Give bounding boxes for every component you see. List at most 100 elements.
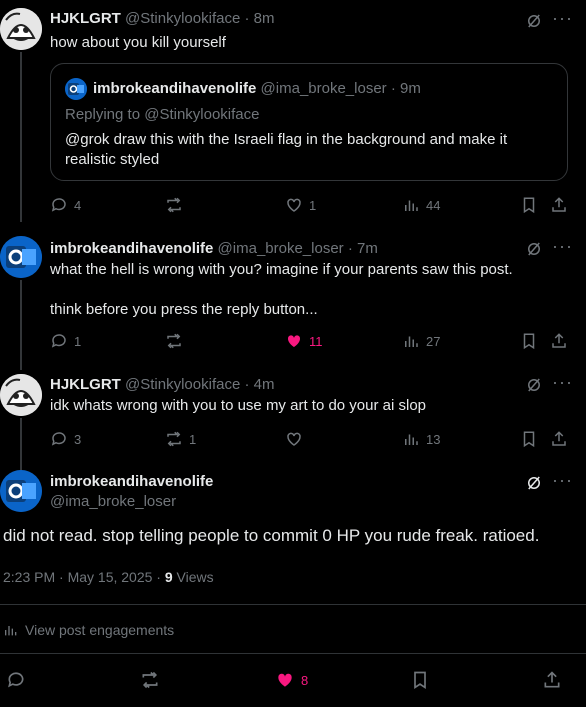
separator-dot: · xyxy=(347,240,353,257)
thread-line xyxy=(20,280,22,370)
more-icon[interactable]: ··· xyxy=(552,236,573,257)
more-icon[interactable]: ··· xyxy=(552,8,573,29)
like-icon xyxy=(287,198,301,212)
reply-icon xyxy=(51,198,66,212)
reply-icon xyxy=(51,432,66,446)
views-count: 44 xyxy=(426,197,441,213)
like-icon xyxy=(278,673,292,687)
post-timestamp[interactable]: 2:23 PM · May 15, 2025 · xyxy=(3,569,165,585)
main-avatar[interactable] xyxy=(0,470,42,512)
main-user-handle[interactable]: @ima_broke_loser xyxy=(50,493,176,510)
tweet-text: idk whats wrong with you to use my art t… xyxy=(50,397,427,414)
like-icon xyxy=(287,335,301,347)
share-icon[interactable] xyxy=(542,670,562,690)
like-button[interactable]: 8 xyxy=(275,670,308,690)
avatar[interactable] xyxy=(0,374,42,416)
replying-to: Replying to @Stinkylookiface xyxy=(65,106,260,123)
reply-count: 4 xyxy=(74,197,82,213)
separator-dot: · xyxy=(244,376,250,393)
views-number: 9 xyxy=(164,569,173,585)
views-button[interactable]: 27 xyxy=(402,332,440,350)
share-icon[interactable] xyxy=(550,430,568,448)
quoted-tweet[interactable]: imbrokeandihavenolife @ima_broke_loser ·… xyxy=(50,63,568,181)
display-name[interactable]: HJKLGRT xyxy=(50,376,121,393)
more-icon[interactable]: ··· xyxy=(552,470,573,491)
repost-icon[interactable] xyxy=(140,670,160,690)
avatar[interactable] xyxy=(0,236,42,278)
views-button[interactable]: 13 xyxy=(402,430,440,448)
grok-icon[interactable] xyxy=(525,240,543,258)
like-icon xyxy=(287,432,301,446)
user-handle[interactable]: @Stinkylookiface xyxy=(125,376,240,393)
divider xyxy=(0,604,586,605)
views-icon xyxy=(405,336,418,347)
grok-icon[interactable] xyxy=(525,376,543,394)
tweet-actions: 4 1 44 xyxy=(50,196,570,216)
separator-dot: · xyxy=(244,10,250,27)
like-count: 8 xyxy=(301,672,309,688)
more-icon[interactable]: ··· xyxy=(552,372,573,393)
tweet-header: HJKLGRT @Stinkylookiface · 8m xyxy=(50,10,516,27)
bookmark-icon[interactable] xyxy=(520,332,538,350)
timestamp[interactable]: 7m xyxy=(357,240,378,257)
timestamp[interactable]: 4m xyxy=(254,376,275,393)
repost-icon xyxy=(167,197,181,213)
engagements-label: View post engagements xyxy=(25,622,175,638)
tweet-3[interactable]: HJKLGRT @Stinkylookiface · 4m ··· idk wh… xyxy=(0,368,586,470)
quote-display-name: imbrokeandihavenolife xyxy=(93,80,257,97)
user-handle[interactable]: @Stinkylookiface xyxy=(125,10,240,27)
divider xyxy=(0,653,586,654)
tweet-2[interactable]: imbrokeandihavenolife @ima_broke_loser ·… xyxy=(0,230,586,370)
reply-button[interactable]: 3 xyxy=(50,430,81,448)
quote-time: 9m xyxy=(400,80,421,97)
main-tweet-text: did not read. stop telling people to com… xyxy=(3,526,540,545)
view-engagements-link[interactable]: View post engagements xyxy=(3,622,174,638)
display-name[interactable]: HJKLGRT xyxy=(50,10,121,27)
views-icon xyxy=(405,434,418,445)
display-name[interactable]: imbrokeandihavenolife xyxy=(50,240,213,257)
views-icon xyxy=(405,200,418,211)
quote-text: @grok draw this with the Israeli flag in… xyxy=(65,131,508,168)
tweet-1[interactable]: HJKLGRT @Stinkylookiface · 8m ··· how ab… xyxy=(0,0,586,222)
reply-count: 3 xyxy=(74,431,82,447)
share-icon[interactable] xyxy=(550,196,568,214)
bookmark-icon[interactable] xyxy=(520,196,538,214)
bookmark-icon[interactable] xyxy=(520,430,538,448)
like-button[interactable] xyxy=(285,430,309,448)
timestamp[interactable]: 8m xyxy=(254,10,275,27)
quote-avatar xyxy=(65,78,87,100)
like-button[interactable]: 1 xyxy=(285,196,316,214)
tweet-actions: 3 1 13 xyxy=(50,430,570,450)
views-button[interactable]: 44 xyxy=(402,196,440,214)
quote-header: imbrokeandihavenolife @ima_broke_loser ·… xyxy=(93,80,421,97)
thread-line xyxy=(20,52,22,222)
views-count: 27 xyxy=(426,333,441,349)
bookmark-icon[interactable] xyxy=(410,670,430,690)
reply-icon[interactable] xyxy=(6,670,26,690)
reply-icon xyxy=(51,334,66,348)
separator-dot: · xyxy=(390,80,396,97)
grok-icon[interactable] xyxy=(525,12,543,30)
views-count: 13 xyxy=(426,431,441,447)
conversation-thread: HJKLGRT @Stinkylookiface · 8m ··· how ab… xyxy=(0,0,586,707)
like-count: 11 xyxy=(309,333,323,349)
engagements-icon xyxy=(5,626,17,636)
tweet-header: HJKLGRT @Stinkylookiface · 4m xyxy=(50,376,516,393)
tweet-text: how about you kill yourself xyxy=(50,34,226,51)
avatar[interactable] xyxy=(0,8,42,50)
repost-button[interactable] xyxy=(165,332,189,350)
tweet-header: imbrokeandihavenolife @ima_broke_loser ·… xyxy=(50,240,516,257)
share-icon[interactable] xyxy=(550,332,568,350)
like-button[interactable]: 11 xyxy=(285,332,323,350)
repost-button[interactable]: 1 xyxy=(165,430,196,448)
post-meta: 2:23 PM · May 15, 2025 · 9 Views xyxy=(3,569,214,585)
repost-icon xyxy=(167,431,181,447)
reply-button[interactable]: 1 xyxy=(50,332,81,350)
repost-button[interactable] xyxy=(165,196,189,214)
quote-handle: @ima_broke_loser xyxy=(260,80,387,97)
grok-icon[interactable] xyxy=(525,474,543,492)
main-display-name[interactable]: imbrokeandihavenolife xyxy=(50,473,213,490)
main-actions: 8 xyxy=(0,668,586,692)
user-handle[interactable]: @ima_broke_loser xyxy=(218,240,344,257)
reply-button[interactable]: 4 xyxy=(50,196,81,214)
